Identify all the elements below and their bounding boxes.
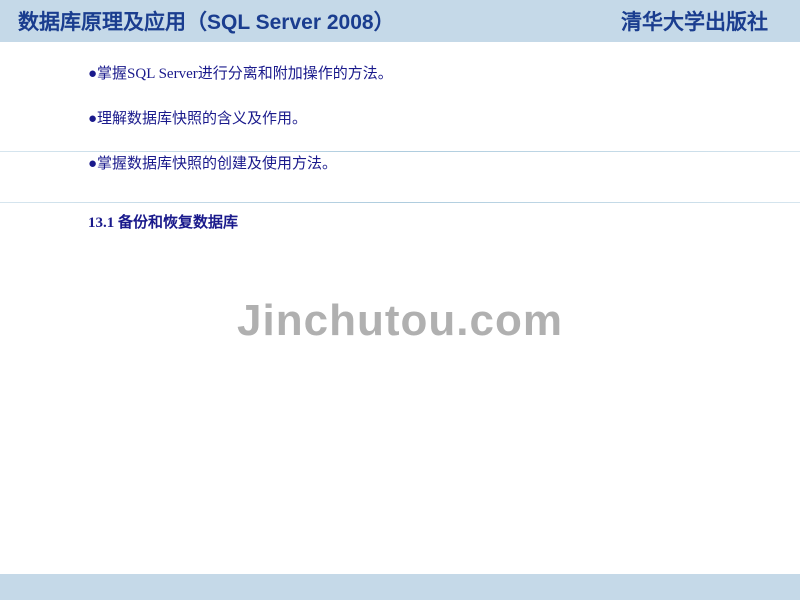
- slide-content: ●掌握SQL Server进行分离和附加操作的方法。 ●理解数据库快照的含义及作…: [0, 42, 800, 600]
- book-title: 数据库原理及应用（SQL Server 2008）: [18, 6, 395, 36]
- bullet-item: ●理解数据库快照的含义及作用。: [0, 107, 800, 128]
- section-heading: 13.1 备份和恢复数据库: [0, 211, 800, 232]
- slide-header: 数据库原理及应用（SQL Server 2008） 清华大学出版社: [0, 0, 800, 42]
- publisher: 清华大学出版社: [621, 6, 768, 36]
- slide-footer: [0, 574, 800, 600]
- divider-line: [0, 202, 800, 203]
- bullet-item: ●掌握SQL Server进行分离和附加操作的方法。: [0, 62, 800, 83]
- watermark-text: Jinchutou.com: [237, 296, 563, 346]
- bullet-item: ●掌握数据库快照的创建及使用方法。: [0, 152, 800, 173]
- divider-line: [0, 151, 800, 152]
